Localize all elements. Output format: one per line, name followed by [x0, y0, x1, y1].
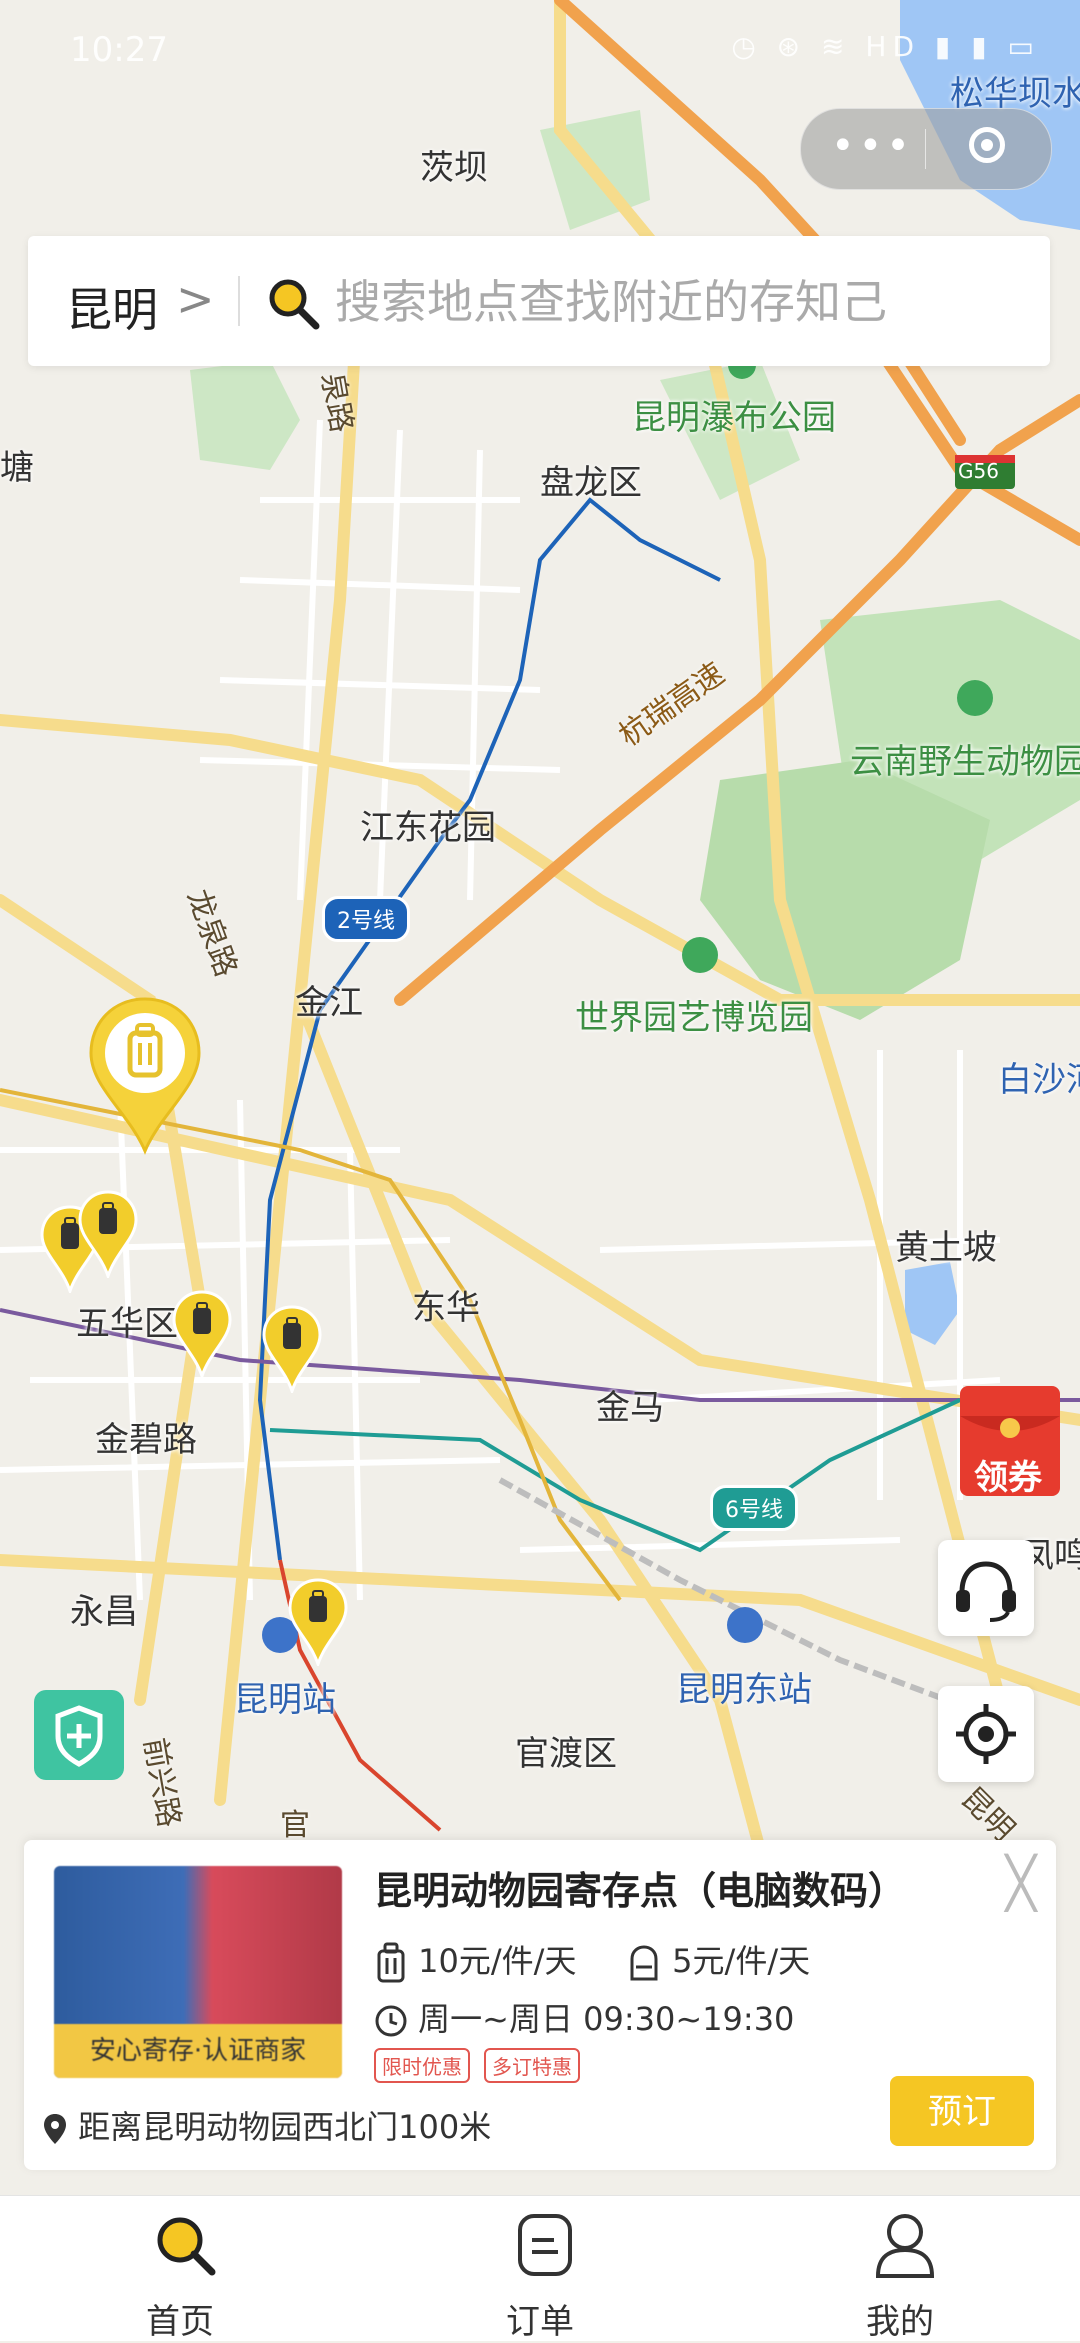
- map-label-kunming-station[interactable]: 昆明站: [234, 1672, 336, 1721]
- tab-orders[interactable]: 订单: [440, 2196, 640, 2342]
- map-label-tang: 塘: [0, 448, 34, 488]
- map-label-zoo[interactable]: 云南野生动物园: [850, 734, 1080, 783]
- search-icon: [269, 279, 320, 330]
- user-icon: [875, 2214, 935, 2278]
- location-pin-icon: [44, 2114, 66, 2144]
- map-label-yongchang: 永昌: [70, 1592, 138, 1632]
- promo-tag: 多订特惠: [484, 2048, 580, 2083]
- map-label-panlong: 盘龙区: [540, 463, 642, 503]
- map-label-kunming-east[interactable]: 昆明东站: [676, 1662, 812, 1711]
- tab-profile-label: 我的: [866, 2302, 934, 2342]
- tab-profile[interactable]: 我的: [800, 2196, 1000, 2342]
- map-label-expo[interactable]: 世界园艺博览园: [575, 990, 813, 1039]
- selected-storage-pin[interactable]: [85, 995, 205, 1155]
- luggage-icon: [377, 1942, 405, 1983]
- map-label-baisha: 白沙河: [998, 1060, 1080, 1100]
- map-label-huangtupo: 黄土坡: [895, 1228, 997, 1268]
- map-label-pubu-park[interactable]: 昆明瀑布公园: [632, 390, 836, 439]
- order-icon: [518, 2214, 572, 2276]
- shield-plus-icon: [55, 1705, 103, 1767]
- tab-bar: 首页 订单 我的: [0, 2195, 1080, 2342]
- map-label-guan: 官: [280, 1808, 310, 1843]
- locate-button[interactable]: [938, 1686, 1034, 1782]
- map-label-maoba: 茨坝: [420, 148, 488, 188]
- coupon-button[interactable]: 领券: [950, 1376, 1080, 1506]
- map-label-wuhua: 五华区: [76, 1304, 178, 1344]
- headset-icon: [956, 1561, 1016, 1622]
- price-luggage-text: 10元/件/天: [418, 1942, 577, 1980]
- search-icon: [157, 2217, 216, 2276]
- map-label-jinjiang: 金江: [295, 983, 363, 1023]
- more-icon[interactable]: •••: [831, 126, 914, 166]
- verified-badge: 安心寄存·认证商家: [54, 2024, 342, 2078]
- customer-service-button[interactable]: [938, 1540, 1034, 1636]
- backpack-icon: [630, 1945, 658, 1981]
- capsule-divider: [925, 129, 926, 169]
- map-label-jinbi: 金碧路: [95, 1420, 197, 1460]
- close-icon[interactable]: ╳: [1006, 1854, 1036, 1912]
- distance-text: 距离昆明动物园西北门100米: [78, 2108, 492, 2146]
- map-label-donghua: 东华: [412, 1288, 480, 1328]
- close-miniprogram-icon[interactable]: [969, 127, 1005, 163]
- price-bag: 5元/件/天: [626, 1936, 810, 1983]
- tab-home-label: 首页: [146, 2302, 214, 2342]
- miniprogram-capsule: •••: [800, 108, 1052, 190]
- status-time: 10:27: [70, 30, 168, 70]
- storage-pin[interactable]: [262, 1305, 322, 1393]
- store-title[interactable]: 昆明动物园寄存点（电脑数码）: [374, 1860, 906, 1915]
- promo-tag: 限时优惠: [374, 2048, 470, 2083]
- map-label-jiangdong: 江东花园: [360, 808, 496, 848]
- price-luggage: 10元/件/天: [374, 1936, 576, 1985]
- metro-line2-badge: 2号线: [322, 896, 410, 942]
- city-selector[interactable]: 昆明: [66, 274, 158, 340]
- clock-icon: [375, 2005, 407, 2037]
- tab-home[interactable]: 首页: [80, 2196, 280, 2342]
- book-button[interactable]: 预订: [890, 2076, 1034, 2146]
- metro-line6-badge: 6号线: [710, 1485, 798, 1531]
- business-hours: 周一~周日 09:30~19:30: [374, 1994, 794, 2040]
- status-bar: 10:27 ◷ ⊛ ≋ HD ▮ ▮ ▭: [0, 0, 1080, 100]
- distance-info: 距离昆明动物园西北门100米: [42, 2102, 491, 2148]
- locate-icon: [956, 1704, 1016, 1764]
- search-divider: [238, 276, 240, 326]
- map-label-g56: G56: [958, 459, 999, 483]
- price-bag-text: 5元/件/天: [672, 1942, 811, 1980]
- safety-button[interactable]: [34, 1690, 124, 1780]
- coupon-label: 领券: [974, 1458, 1042, 1498]
- store-thumbnail[interactable]: 安心寄存·认证商家: [54, 1866, 342, 2078]
- search-bar: 昆明 >: [28, 236, 1050, 366]
- storage-pin[interactable]: [78, 1190, 138, 1278]
- store-card[interactable]: 安心寄存·认证商家 昆明动物园寄存点（电脑数码） ╳ 10元/件/天 5元/件/…: [24, 1840, 1056, 2170]
- business-hours-text: 周一~周日 09:30~19:30: [418, 2000, 795, 2038]
- storage-pin[interactable]: [288, 1578, 348, 1666]
- chevron-right-icon[interactable]: >: [176, 272, 215, 326]
- storage-pin[interactable]: [172, 1290, 232, 1378]
- tab-orders-label: 订单: [506, 2302, 574, 2342]
- search-input[interactable]: [333, 266, 1027, 338]
- map-label-guandu: 官渡区: [515, 1734, 617, 1774]
- map-label-jinma: 金马: [596, 1388, 664, 1428]
- status-icons: ◷ ⊛ ≋ HD ▮ ▮ ▭: [731, 30, 1040, 63]
